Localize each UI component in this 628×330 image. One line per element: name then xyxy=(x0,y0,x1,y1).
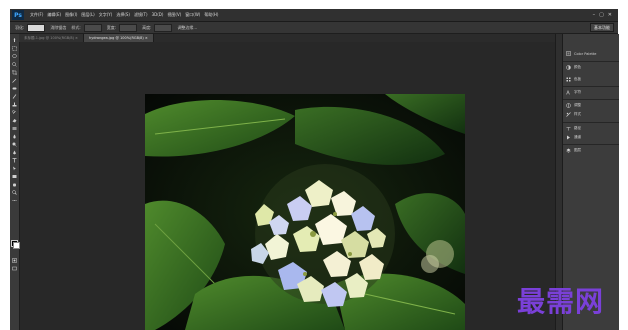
panel-label: 通道 xyxy=(574,135,581,139)
panel-label: 样式 xyxy=(574,112,581,116)
pen-tool-icon[interactable] xyxy=(12,150,17,155)
document-tabs: 未标题-1.jpg @ 100%(RGB/8) × hydrangea.jpg … xyxy=(19,34,559,42)
panel-label: Color Palette xyxy=(574,51,597,56)
panel-divider xyxy=(563,86,619,87)
menu-bar: Ps 文件(F) 编辑(E) 图像(I) 图层(L) 文字(Y) 选择(S) 滤… xyxy=(10,9,618,22)
blur-tool-icon[interactable] xyxy=(12,134,17,139)
menu-file[interactable]: 文件(F) xyxy=(30,9,43,21)
menu-3d[interactable]: 3D(D) xyxy=(152,9,164,21)
color-icon xyxy=(566,65,571,70)
feather-label: 羽化: xyxy=(15,24,25,30)
character-icon xyxy=(566,90,571,95)
panel-divider xyxy=(563,61,619,62)
hand-tool-icon[interactable] xyxy=(12,182,17,187)
menu-select[interactable]: 选择(S) xyxy=(116,9,130,21)
history-brush-tool-icon[interactable] xyxy=(12,110,17,115)
gradient-tool-icon[interactable] xyxy=(12,126,17,131)
menu-layer[interactable]: 图层(L) xyxy=(81,9,94,21)
width-input[interactable] xyxy=(119,23,138,32)
edit-toolbar-icon[interactable] xyxy=(12,198,17,203)
menu-help[interactable]: 帮助(H) xyxy=(204,9,218,21)
quick-select-tool-icon[interactable] xyxy=(12,62,17,67)
dodge-tool-icon[interactable] xyxy=(12,142,17,147)
marquee-tool-icon[interactable] xyxy=(12,46,17,51)
menu-image[interactable]: 图像(I) xyxy=(65,9,77,21)
background-color-swatch[interactable] xyxy=(13,242,20,249)
tab-document-2[interactable]: hydrangea.jpg @ 100%(RGB/8) × xyxy=(83,34,154,42)
app-logo: Ps xyxy=(12,10,24,20)
type-tool-icon[interactable] xyxy=(12,158,17,163)
panel-label: 字符 xyxy=(574,90,581,94)
crop-tool-icon[interactable] xyxy=(12,70,17,75)
options-bar: 羽化: 消除锯齿 样式: 宽度: 高度: 调整边缘... 基本功能 xyxy=(10,22,618,34)
lasso-tool-icon[interactable] xyxy=(12,54,17,59)
panel-label: 色板 xyxy=(574,77,581,81)
feather-input[interactable] xyxy=(27,23,46,32)
menu-type[interactable]: 文字(Y) xyxy=(99,9,113,21)
panel-label: 图层 xyxy=(574,148,581,152)
panel-item-channels[interactable]: 通道 xyxy=(566,135,581,140)
toolbox xyxy=(10,34,20,330)
clone-stamp-tool-icon[interactable] xyxy=(12,102,17,107)
refine-edge-button[interactable]: 调整边缘... xyxy=(177,25,197,31)
menu-window[interactable]: 窗口(W) xyxy=(185,9,200,21)
path-selection-tool-icon[interactable] xyxy=(12,166,17,171)
panel-item-styles[interactable]: 样式 xyxy=(566,112,581,117)
hydrangea-image xyxy=(145,94,465,330)
panel-label: 调整 xyxy=(574,103,581,107)
menu-edit[interactable]: 编辑(E) xyxy=(47,9,61,21)
panel-item-color[interactable]: 颜色 xyxy=(566,65,581,70)
styles-icon xyxy=(566,112,571,117)
watermark-logo: 最需网 xyxy=(517,285,605,318)
quick-mask-icon[interactable] xyxy=(12,258,17,263)
eraser-tool-icon[interactable] xyxy=(12,118,17,123)
swatches-icon xyxy=(566,77,571,82)
healing-brush-tool-icon[interactable] xyxy=(12,86,17,91)
window-controls: – ▢ ✕ xyxy=(593,12,612,18)
panel-divider xyxy=(563,144,619,145)
panel-item-paths[interactable]: 路径 xyxy=(566,126,581,131)
canvas-area xyxy=(20,42,563,330)
workspace-select[interactable]: 基本功能 xyxy=(590,23,614,32)
close-button[interactable]: ✕ xyxy=(608,12,612,18)
screen-mode-icon[interactable] xyxy=(12,266,17,271)
menu-items: 文件(F) 编辑(E) 图像(I) 图层(L) 文字(Y) 选择(S) 滤镜(T… xyxy=(30,9,218,21)
menu-view[interactable]: 视图(V) xyxy=(167,9,181,21)
window-title-strip xyxy=(0,0,628,9)
menu-filter[interactable]: 滤镜(T) xyxy=(134,9,148,21)
panel-label: 路径 xyxy=(574,126,581,130)
panel-item-layers[interactable]: 图层 xyxy=(566,148,581,153)
width-label: 宽度: xyxy=(106,24,117,30)
style-select[interactable] xyxy=(83,23,102,32)
panel-item-color-palette[interactable]: Color Palette xyxy=(566,51,596,56)
height-label: 高度: xyxy=(142,24,152,30)
maximize-button[interactable]: ▢ xyxy=(599,12,604,18)
move-tool-icon[interactable] xyxy=(12,38,17,43)
panel-item-adjustments[interactable]: 调整 xyxy=(566,103,581,108)
rectangle-tool-icon[interactable] xyxy=(12,174,17,179)
adjustments-icon xyxy=(566,103,571,108)
minimize-button[interactable]: – xyxy=(593,12,596,18)
channels-icon xyxy=(566,135,571,140)
panel-item-swatches[interactable]: 色板 xyxy=(566,77,581,82)
zoom-tool-icon[interactable] xyxy=(12,190,17,195)
panel-divider xyxy=(563,122,619,123)
panel-item-character[interactable]: 字符 xyxy=(566,90,581,95)
panel-divider xyxy=(563,99,619,100)
paths-icon xyxy=(566,126,571,131)
antialias-label[interactable]: 消除锯齿 xyxy=(50,25,66,31)
hydrangea-photo[interactable] xyxy=(145,94,465,330)
brush-tool-icon[interactable] xyxy=(12,94,17,99)
layers-icon xyxy=(566,148,571,153)
eyedropper-tool-icon[interactable] xyxy=(12,78,17,83)
height-input[interactable] xyxy=(154,23,173,32)
style-label: 样式: xyxy=(71,24,81,30)
tab-document-1[interactable]: 未标题-1.jpg @ 100%(RGB/8) × xyxy=(19,34,84,42)
panel-label: 颜色 xyxy=(574,65,581,69)
history-icon xyxy=(566,51,571,56)
